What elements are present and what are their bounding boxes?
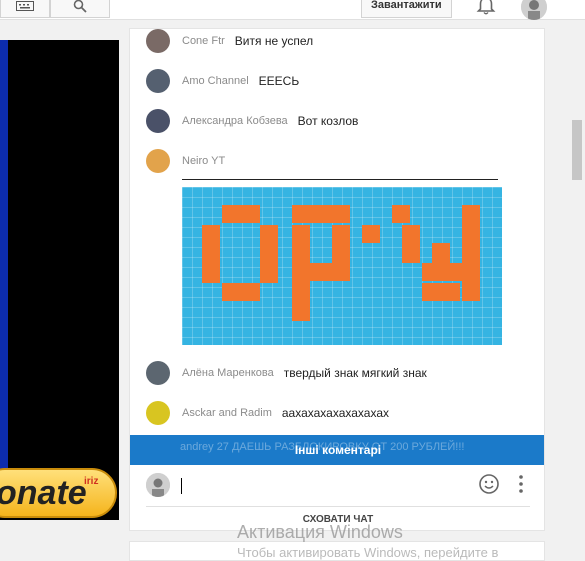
message-text: твердый знак мягкий знак [283, 366, 427, 380]
user-avatar [146, 109, 170, 133]
upload-button[interactable]: Завантажити [361, 0, 452, 18]
message-text: аахахахахахахахах [281, 406, 389, 420]
chat-message: Asckar and Radim аахахахахахахахах [146, 398, 389, 428]
user-avatar [146, 29, 170, 53]
message-author[interactable]: Александра Кобзева [182, 115, 288, 127]
more-options-icon[interactable] [516, 473, 526, 495]
search-icon [73, 0, 87, 13]
message-author[interactable]: Алёна Маренкова [182, 367, 274, 379]
keyboard-icon [16, 1, 34, 11]
notifications-button[interactable] [476, 0, 496, 21]
user-avatar-icon [521, 0, 547, 20]
more-comments-label: Інші коментарі [294, 443, 382, 457]
windows-activation-watermark: Активация Windows [237, 522, 403, 542]
windows-activation-hint: Чтобы активировать Windows, перейдите в [237, 545, 499, 560]
page-scrollbar[interactable] [569, 20, 585, 555]
pixel-art-image [182, 187, 502, 345]
search-button[interactable] [50, 0, 110, 18]
text-cursor [181, 478, 182, 494]
chat-message: Cone Ftr Витя не успел [146, 29, 313, 56]
scrollbar-thumb[interactable] [572, 120, 582, 180]
message-text: Витя не успел [234, 34, 314, 48]
video-player[interactable] [0, 40, 119, 520]
top-bar: Завантажити [0, 0, 585, 20]
user-avatar [146, 401, 170, 425]
chat-message-list[interactable]: Cone Ftr Витя не успел Amo Channel ЕЕЕСЬ… [130, 29, 544, 469]
donate-label: onate [0, 473, 87, 512]
current-user-avatar [146, 473, 170, 497]
message-text: Вот козлов [297, 114, 359, 128]
keyboard-button[interactable] [0, 0, 50, 18]
donate-badge: iriz [84, 476, 99, 487]
more-comments-button[interactable]: andrey 27 ДАЕШЬ РАЗБЛОКИРОВКУ ОТ 200 РУБ… [130, 435, 544, 465]
input-divider [146, 506, 530, 507]
message-author[interactable]: Amo Channel [182, 75, 249, 87]
chat-message: Александра Кобзева Вот козлов [146, 106, 358, 136]
emoji-icon[interactable] [478, 473, 500, 495]
chat-message: Алёна Маренкова твердый знак мягкий знак [146, 358, 427, 388]
chat-message: Amo Channel ЕЕЕСЬ [146, 66, 299, 96]
bell-icon [476, 0, 496, 15]
user-avatar [146, 149, 170, 173]
user-avatar-icon [146, 473, 170, 497]
donate-button[interactable]: onate [0, 468, 117, 518]
chat-message: Neiro YT [146, 146, 235, 176]
message-text-underline [182, 179, 498, 180]
message-author[interactable]: Cone Ftr [182, 35, 225, 47]
account-avatar[interactable] [521, 0, 547, 20]
chat-message-input[interactable] [180, 472, 470, 498]
chat-input-row [130, 469, 546, 503]
user-avatar [146, 361, 170, 385]
user-avatar [146, 69, 170, 93]
message-author[interactable]: Asckar and Radim [182, 407, 272, 419]
live-chat-panel: Cone Ftr Витя не успел Amo Channel ЕЕЕСЬ… [129, 28, 545, 531]
message-author[interactable]: Neiro YT [182, 155, 225, 167]
video-frame-edge [0, 40, 8, 470]
message-text: ЕЕЕСЬ [258, 74, 300, 88]
